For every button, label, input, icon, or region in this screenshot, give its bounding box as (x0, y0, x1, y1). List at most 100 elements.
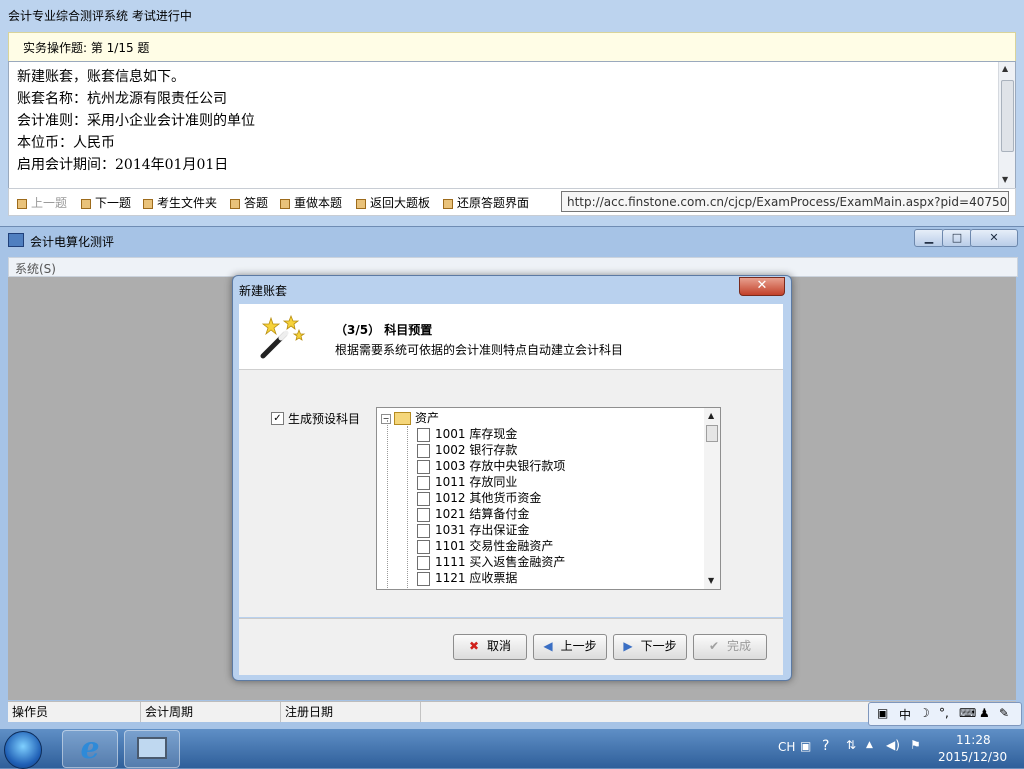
internet-explorer-icon[interactable]: e (62, 730, 118, 768)
checkbox-check-icon[interactable]: ✓ (271, 412, 284, 425)
tray-ime-icon[interactable]: ▣ (800, 739, 811, 753)
magic-wand-icon (260, 314, 306, 359)
language-bar: ▣ 中 ☽ °, ⌨ ♟ ✎ (868, 702, 1022, 726)
punctuation-icon[interactable]: °, (939, 706, 949, 720)
bullet-icon (443, 198, 453, 209)
answer-link[interactable]: 答题 (230, 194, 268, 211)
status-register-date: 注册日期 (281, 702, 421, 722)
back-to-board-link[interactable]: 返回大题板 (356, 194, 430, 211)
scroll-up-icon[interactable]: ▲ (708, 411, 714, 420)
dialog-content: ✓ 生成预设科目 − 资产 1001 库存现金 1002 银行存款 1003 存放中… (239, 370, 783, 617)
tree-item[interactable]: 1101 交易性金融资产 (417, 538, 553, 554)
bullet-icon (143, 198, 153, 209)
account-icon (417, 571, 430, 586)
dialog-footer: ✖ 取消 ◀ 上一步 ▶ 下一步 ✔ 完成 (239, 618, 783, 675)
language-indicator[interactable]: 中 (899, 706, 911, 723)
start-button[interactable] (4, 731, 42, 769)
bullet-icon (280, 198, 290, 209)
next-step-button[interactable]: ▶ 下一步 (613, 634, 687, 660)
tree-guide-line (387, 420, 388, 588)
user-icon[interactable]: ♟ (979, 706, 990, 720)
help-icon[interactable]: ? (822, 738, 829, 754)
status-operator: 操作员 (8, 702, 141, 722)
scroll-thumb[interactable] (706, 425, 718, 442)
tree-item[interactable]: 1001 库存现金 (417, 426, 517, 442)
account-icon (417, 507, 430, 522)
keyboard-icon[interactable]: ⌨ (959, 706, 976, 720)
show-hidden-icons[interactable]: ▲ (866, 740, 873, 750)
tray-language[interactable]: CH (778, 740, 795, 754)
new-account-set-dialog: 新建账套 ✕ （3/5） 科目预置 根据需要系统可依据的会计准则特点自动建立会计… (232, 275, 792, 681)
prev-step-button[interactable]: ◀ 上一步 (533, 634, 607, 660)
redo-question-link[interactable]: 重做本题 (280, 194, 342, 211)
tree-item[interactable]: 1003 存放中央银行款项 (417, 458, 565, 474)
bullet-icon (81, 198, 91, 209)
collapse-icon[interactable]: − (381, 413, 391, 424)
tree-item[interactable]: 1111 买入返售金融资产 (417, 554, 565, 570)
candidate-folder-link[interactable]: 考生文件夹 (143, 194, 217, 211)
clock-time[interactable]: 11:28 (956, 733, 991, 747)
status-period: 会计周期 (141, 702, 281, 722)
account-tree[interactable]: − 资产 1001 库存现金 1002 银行存款 1003 存放中央银行款项 10… (376, 407, 721, 590)
volume-icon[interactable]: ◀) (886, 738, 900, 752)
exam-window-title: 会计专业综合测评系统 考试进行中 (8, 9, 192, 23)
question-number: 实务操作题: 第 1/15 题 (23, 41, 150, 55)
tree-item[interactable]: 1002 银行存款 (417, 442, 517, 458)
tree-item[interactable]: 1012 其他货币资金 (417, 490, 541, 506)
question-banner: 实务操作题: 第 1/15 题 (8, 32, 1016, 62)
moon-icon[interactable]: ☽ (919, 706, 930, 720)
bullet-icon (356, 198, 366, 209)
ime-icon[interactable]: ▣ (877, 706, 888, 720)
next-question-link[interactable]: 下一题 (81, 194, 131, 211)
folder-icon (394, 412, 411, 425)
tree-item[interactable]: 1011 存放同业 (417, 474, 517, 490)
arrow-right-icon: ▶ (623, 639, 633, 653)
question-text-area: 新建账套，账套信息如下。 账套名称：杭州龙源有限责任公司 会计准则：采用小企业会… (8, 61, 1016, 189)
taskbar: e CH ▣ ? ⇅ ▲ ◀) ⚑ 11:28 2015/12/30 (0, 729, 1024, 769)
tree-item[interactable]: 1021 结算备付金 (417, 506, 529, 522)
tree-item[interactable]: 1121 应收票据 (417, 570, 517, 586)
account-icon (417, 523, 430, 538)
account-icon (417, 539, 430, 554)
flag-icon[interactable]: ⚑ (910, 738, 921, 752)
status-bar: 操作员 会计周期 注册日期 (8, 701, 1016, 722)
scroll-down-icon[interactable]: ▼ (1002, 175, 1008, 184)
window-close-button[interactable]: ✕ (970, 229, 1018, 247)
tree-node-root[interactable]: − 资产 (381, 410, 439, 426)
question-line: 启用会计期间：2014年01月01日 (17, 157, 229, 173)
account-icon (417, 555, 430, 570)
tree-item[interactable]: 1031 存出保证金 (417, 522, 529, 538)
bullet-icon (17, 198, 27, 209)
menu-system[interactable]: 系统(S) (15, 260, 56, 277)
dialog-close-button[interactable]: ✕ (739, 277, 785, 296)
restore-layout-link[interactable]: 还原答题界面 (443, 194, 529, 211)
dialog-title: 新建账套 (239, 284, 288, 298)
exam-window: 会计专业综合测评系统 考试进行中 实务操作题: 第 1/15 题 新建账套，账套… (0, 0, 1024, 227)
question-line: 会计准则：采用小企业会计准则的单位 (17, 113, 255, 129)
scroll-up-icon[interactable]: ▲ (1002, 64, 1008, 73)
checkbox-label: 生成预设科目 (288, 412, 361, 426)
prev-question-link[interactable]: 上一题 (17, 194, 67, 211)
app-icon (8, 233, 24, 247)
network-icon[interactable]: ⇅ (846, 738, 856, 752)
arrow-left-icon: ◀ (543, 639, 553, 653)
wrench-icon[interactable]: ✎ (999, 706, 1009, 720)
question-scrollbar[interactable]: ▲ ▼ (998, 62, 1015, 188)
system-tray: CH ▣ ? ⇅ ▲ ◀) ⚑ 11:28 2015/12/30 (770, 729, 1024, 768)
tree-scrollbar[interactable]: ▲ ▼ (704, 408, 720, 589)
scroll-thumb[interactable] (1001, 80, 1014, 152)
cancel-button[interactable]: ✖ 取消 (453, 634, 527, 660)
question-line: 账套名称：杭州龙源有限责任公司 (17, 91, 227, 107)
scroll-down-icon[interactable]: ▼ (708, 576, 714, 585)
computer-icon[interactable] (124, 730, 180, 768)
maximize-button[interactable]: □ (942, 229, 972, 247)
finish-button[interactable]: ✔ 完成 (693, 634, 767, 660)
generate-preset-accounts-checkbox[interactable]: ✓ 生成预设科目 (271, 410, 360, 427)
question-line: 本位币：人民币 (17, 135, 115, 151)
wizard-step-title: （3/5） 科目预置 (335, 323, 433, 337)
clock-date[interactable]: 2015/12/30 (938, 750, 1007, 764)
menu-bar: 系统(S) (8, 257, 1018, 277)
checkmark-icon: ✔ (708, 639, 720, 653)
minimize-button[interactable]: ▁ (914, 229, 944, 247)
wizard-step-description: 根据需要系统可依据的会计准则特点自动建立会计科目 (335, 343, 624, 357)
